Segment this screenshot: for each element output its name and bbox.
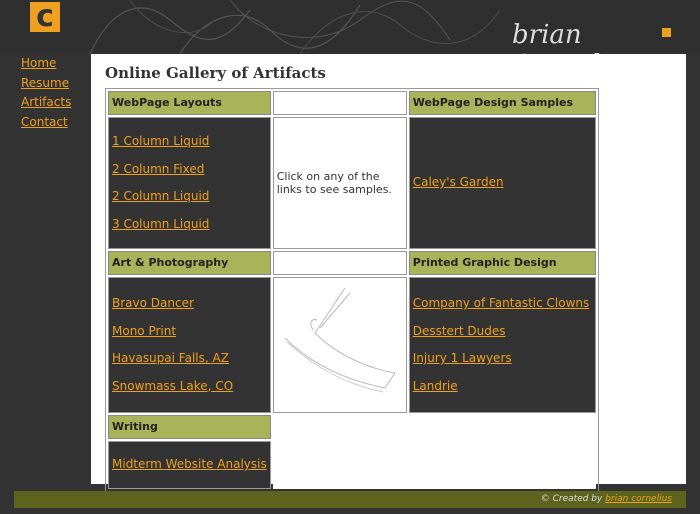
layout-link[interactable]: 2 Column Fixed	[112, 156, 267, 184]
art-link[interactable]: Snowmass Lake, CO	[112, 373, 267, 401]
printed-design-heading: Printed Graphic Design	[408, 251, 596, 275]
art-link[interactable]: Havasupai Falls, AZ	[112, 345, 267, 373]
writing-links: Midterm Website Analysis	[108, 441, 271, 489]
instruction-note: Click on any of the links to see samples…	[272, 117, 407, 249]
logo-icon[interactable]: c	[30, 2, 60, 32]
nav-contact-link[interactable]: Contact	[21, 113, 71, 133]
webpage-layouts-links: 1 Column Liquid 2 Column Fixed 2 Column …	[108, 117, 271, 249]
footer: © Created by brian cornelius	[14, 491, 686, 508]
gallery-table: WebPage Layouts WebPage Design Samples 1…	[105, 88, 599, 492]
printed-design-links: Company of Fantastic Clowns Desstert Dud…	[408, 277, 596, 413]
blank-cell	[272, 251, 407, 275]
design-samples-links: Caley's Garden	[408, 117, 596, 249]
page-title: Online Gallery of Artifacts	[105, 64, 326, 82]
printed-link[interactable]: Landrie	[413, 373, 592, 401]
art-photo-heading: Art & Photography	[108, 251, 271, 275]
writing-heading: Writing	[108, 415, 271, 439]
printed-link[interactable]: Injury 1 Lawyers	[413, 345, 592, 373]
blank-cell	[272, 91, 407, 115]
main-panel: Online Gallery of Artifacts WebPage Layo…	[91, 54, 686, 492]
side-nav: Home Resume Artifacts Contact	[21, 54, 71, 132]
webpage-layouts-heading: WebPage Layouts	[108, 91, 271, 115]
layout-link[interactable]: 2 Column Liquid	[112, 183, 267, 211]
art-link[interactable]: Mono Print	[112, 318, 267, 346]
empty-cell	[272, 441, 596, 489]
brand-name: brian Cornelius	[512, 20, 639, 54]
design-sample-link[interactable]: Caley's Garden	[413, 169, 592, 197]
nav-home-link[interactable]: Home	[21, 54, 71, 74]
art-link[interactable]: Bravo Dancer	[112, 290, 267, 318]
header: c brian Cornelius	[0, 0, 700, 54]
sketch-image	[272, 277, 407, 413]
art-photo-links: Bravo Dancer Mono Print Havasupai Falls,…	[108, 277, 271, 413]
pen-sketch-icon	[284, 287, 396, 393]
design-samples-heading: WebPage Design Samples	[408, 91, 596, 115]
empty-cell	[272, 415, 596, 439]
writing-link[interactable]: Midterm Website Analysis	[112, 451, 267, 479]
nav-resume-link[interactable]: Resume	[21, 74, 71, 94]
layout-link[interactable]: 3 Column Liquid	[112, 211, 267, 239]
footer-credit: © Created by	[540, 494, 606, 504]
printed-link[interactable]: Desstert Dudes	[413, 318, 592, 346]
brand-square-icon	[662, 28, 671, 37]
layout-link[interactable]: 1 Column Liquid	[112, 128, 267, 156]
footer-author-link[interactable]: brian cornelius	[605, 494, 672, 504]
nav-artifacts-link[interactable]: Artifacts	[21, 93, 71, 113]
printed-link[interactable]: Company of Fantastic Clowns	[413, 290, 592, 318]
